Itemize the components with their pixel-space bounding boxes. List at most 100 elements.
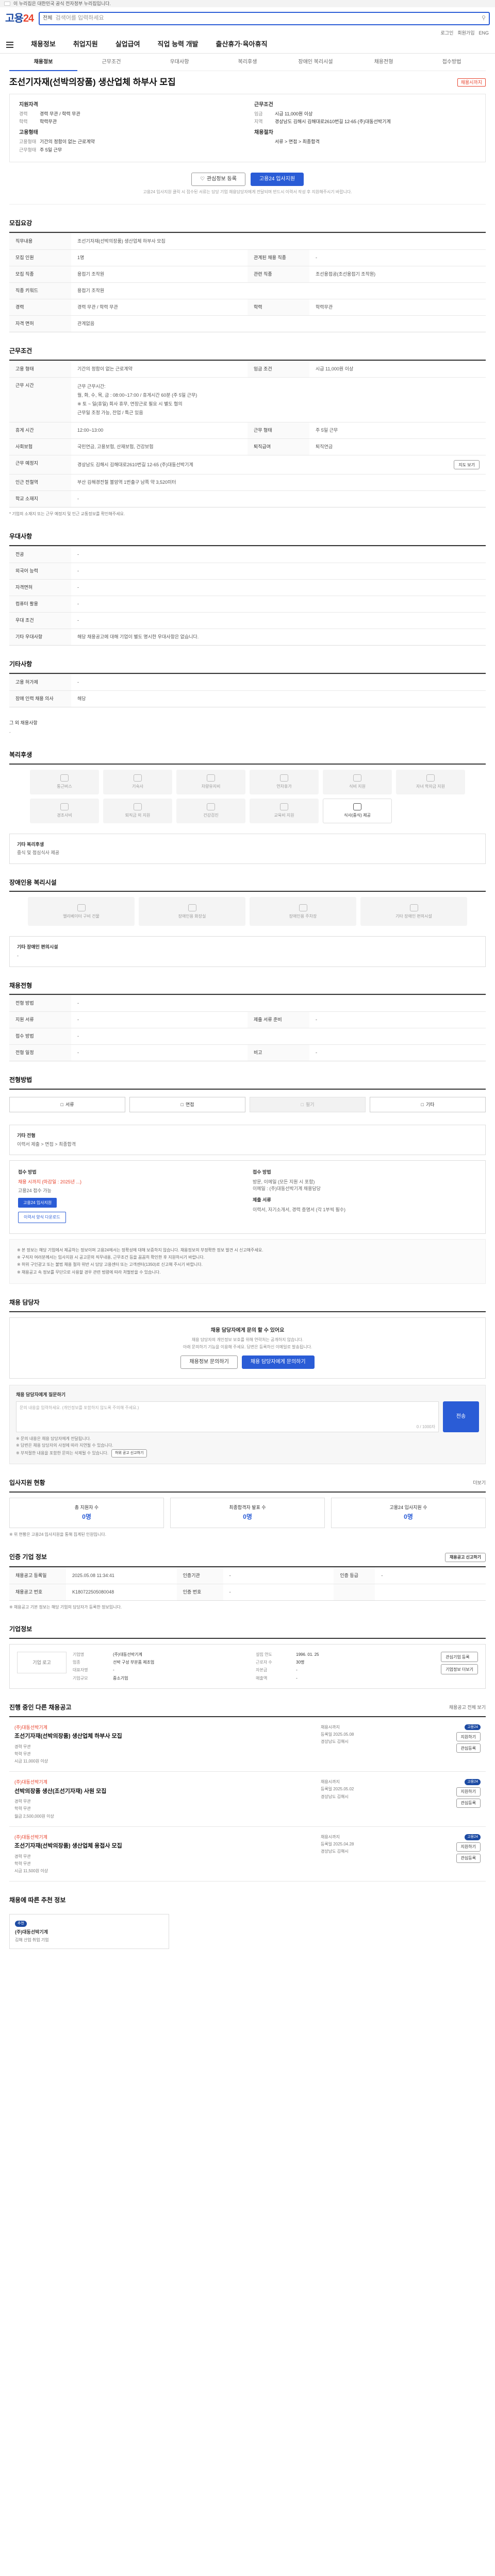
welfare-item: 퇴직금 외 지원 xyxy=(103,798,172,823)
facility-item: 장애인용 주차장 xyxy=(250,897,356,926)
apply-button[interactable]: 지원하기 xyxy=(456,1732,481,1742)
tab-recruit[interactable]: 채용정보 xyxy=(9,54,77,71)
section-title: 우대사항 xyxy=(9,532,32,540)
section-title: 복리후생 xyxy=(9,751,32,758)
method-other: □ 기타 xyxy=(370,1097,486,1113)
other-facility: 기타 장애인 편의시설 - xyxy=(9,936,486,967)
nav-item-jobs[interactable]: 채용정보 xyxy=(31,40,56,49)
company-more-button[interactable]: 기업정보 더보기 xyxy=(441,1664,478,1675)
main-nav: 채용정보 취업지원 실업급여 직업 능력 개발 출산휴가·육아휴직 xyxy=(0,36,495,54)
list-item[interactable]: (주)대동선박기계 조선기자재(선박의장품) 생산업체 하부사 모집 경력 무관 학… xyxy=(9,1717,486,1772)
graduation-icon xyxy=(426,774,435,782)
book-icon xyxy=(280,803,288,810)
search-icon[interactable]: ⚲ xyxy=(482,14,486,22)
house-icon xyxy=(134,774,142,782)
company-logo: 기업 로고 xyxy=(17,1652,67,1674)
method-written: □ 필기 xyxy=(250,1097,366,1113)
language-link[interactable]: ENG xyxy=(478,30,489,36)
method-interview: □ 면접 xyxy=(129,1097,245,1113)
welfare-item: 식비 지원 xyxy=(323,769,392,794)
map-button[interactable]: 지도 보기 xyxy=(454,460,480,470)
meal-icon xyxy=(353,774,361,782)
recommend-section: 채용에 따른 추천 정보 추천 (주)대동선박기계 김해 산업 취업 기업 xyxy=(9,1896,486,1949)
apply-online-button[interactable]: 고용24 입사지원 xyxy=(18,1198,57,1208)
tab-process[interactable]: 채용전형 xyxy=(350,59,418,66)
nav-item-leave[interactable]: 출산휴가·육아휴직 xyxy=(216,40,268,49)
inquiry-button[interactable]: 채용정보 문의하기 xyxy=(180,1355,238,1369)
send-button[interactable]: 전송 xyxy=(443,1401,479,1432)
stat-total: 총 지원자 수 0명 xyxy=(9,1497,164,1529)
favorite-company-button[interactable]: 관심기업 등록 xyxy=(441,1652,478,1663)
question-textarea[interactable]: 문의 내용을 입력하세요. (개인정보를 포함하지 않도록 주의해 주세요.) 0… xyxy=(16,1401,439,1432)
favorite-button[interactable]: 관심등록 xyxy=(456,1799,481,1808)
method-section: 전형방법 □ 서류 □ 면접 □ 필기 □ 기타 기타 전형 이력서 제출 > 면접 >… xyxy=(9,1076,486,1284)
tab-conditions[interactable]: 근무조건 xyxy=(77,59,145,66)
search-bar[interactable]: 전체 검색어를 입력하세요 ⚲ xyxy=(39,12,490,25)
section-title: 전형방법 xyxy=(9,1076,32,1084)
section-title: 입사지원 현황 xyxy=(9,1479,45,1486)
apply-button[interactable]: 지원하기 xyxy=(456,1842,481,1852)
money-icon xyxy=(134,803,142,810)
qualification-section: 모집요강 직무내용 조선기자재(선박의장품) 생산업체 하부사 모집 모집 인원… xyxy=(9,219,486,333)
apply-button[interactable]: 고용24 입사지원 xyxy=(250,173,304,187)
preference-section: 우대사항 전공 - 외국어 능력 - 자격면허 - 컴퓨터 활용 - 우대 조건 - 기타… xyxy=(9,532,486,646)
nav-item-unemployment[interactable]: 실업급여 xyxy=(116,40,140,49)
welfare-item: 연차휴가 xyxy=(250,769,319,794)
section-title: 인증 기업 정보 xyxy=(9,1553,47,1561)
more-link[interactable]: 더보기 xyxy=(473,1480,486,1486)
applicants-section: 입사지원 현황 더보기 총 지원자 수 0명 최종합격자 발표 수 0명 고용24 입… xyxy=(9,1479,486,1537)
summary-heading: 고용형태 xyxy=(19,129,38,135)
report-button[interactable]: 허위 공고 신고하기 xyxy=(111,1449,147,1458)
gov-banner-text: 이 누리집은 대한민국 공식 전자정부 누리집입니다. xyxy=(13,1,111,6)
search-input[interactable]: 검색어를 입력하세요 xyxy=(55,14,104,22)
section-title: 장애인용 복리시설 xyxy=(9,878,57,886)
welfare-item: 교육비 지원 xyxy=(250,798,319,823)
deadline-badge: 채용시까지 xyxy=(457,78,486,87)
tab-apply[interactable]: 접수방법 xyxy=(418,59,486,66)
resume-download-button[interactable]: 이력서 양식 다운로드 xyxy=(18,1212,66,1223)
signup-link[interactable]: 회원가입 xyxy=(457,30,474,36)
scrap-button[interactable]: ♡ 관심정보 등록 xyxy=(191,173,245,187)
etc-icon: □ xyxy=(421,1101,424,1107)
conditions-footnote: * 기업의 소재지 또는 근무 예정지 및 인근 교통정보를 확인해주세요. xyxy=(9,512,125,517)
company-section: 기업정보 기업 로고 기업명 (주)대동선박기계 설립 연도 1996. 01. 25… xyxy=(9,1625,486,1689)
all-jobs-link[interactable]: 채용공고 전체 보기 xyxy=(449,1704,486,1711)
section-title: 채용전형 xyxy=(9,981,32,989)
pencil-icon: □ xyxy=(301,1101,304,1107)
recommend-card[interactable]: 추천 (주)대동선박기계 김해 산업 취업 기업 xyxy=(9,1914,169,1949)
facility-item: 장애인용 화장실 xyxy=(139,897,245,926)
report-job-button[interactable]: 채용공고 신고하기 xyxy=(444,1552,486,1562)
search-category-select[interactable]: 전체 xyxy=(43,15,52,22)
list-item[interactable]: (주)대동선박기계 조선기자재(선박의장품) 생산업체 용접사 모집 경력 무관 학… xyxy=(9,1827,486,1882)
welfare-grid: 통근버스 기숙사 차량유지비 연차휴가 식비 지원 자녀 학자금 지원 경조사비… xyxy=(9,765,486,828)
nav-item-support[interactable]: 취업지원 xyxy=(73,40,98,49)
job-summary: 지원자격 경력 경력 무관 / 학력 무관 학력 학력무관 고용형태 고용형태 기간의… xyxy=(9,93,486,163)
site-logo[interactable]: 고용24 xyxy=(5,11,34,26)
apply-button[interactable]: 지원하기 xyxy=(456,1787,481,1797)
login-link[interactable]: 로그인 xyxy=(441,30,454,36)
apply-info: 접수 방법 채용 시까지 (마감일 : 2025년 ...) 고용24 접수 가… xyxy=(9,1160,486,1234)
summary-heading: 지원자격 xyxy=(19,101,38,108)
favorite-button[interactable]: 관심등록 xyxy=(456,1743,481,1753)
list-item[interactable]: (주)대동선박기계 선박의장품 생산(조선기자재) 사원 모집 경력 무관 학력 무… xyxy=(9,1772,486,1827)
welfare-section: 복리후생 통근버스 기숙사 차량유지비 연차휴가 식비 지원 자녀 학자금 지원… xyxy=(9,751,486,864)
section-title: 채용 담당자 xyxy=(9,1299,40,1307)
worktime-detail: 근무 근무시간: 월, 화, 수, 목, 금 : 08:00~17:00 / 휴… xyxy=(71,377,486,422)
gift-icon xyxy=(60,803,69,810)
tab-preference[interactable]: 우대사항 xyxy=(145,59,213,66)
welfare-item: 건강검진 xyxy=(176,798,245,823)
related-section: 진행 중인 다른 채용공고 채용공고 전체 보기 (주)대동선박기계 조선기자재(선… xyxy=(9,1703,486,1882)
other-welfare: 기타 복리후생 중식 및 점심식사 제공 xyxy=(9,833,486,864)
summary-heading: 근무조건 xyxy=(254,101,273,108)
contact-manager-button[interactable]: 채용 담당자에게 문의하기 xyxy=(241,1355,315,1369)
tab-disability[interactable]: 장애인 복리시설 xyxy=(282,59,350,66)
hamburger-menu-icon[interactable] xyxy=(6,41,13,48)
welfare-item-active: 식사(중식) 제공 xyxy=(323,798,392,823)
section-title: 기타사항 xyxy=(9,660,32,668)
source-chip: 고용24 xyxy=(465,1724,481,1731)
tab-welfare[interactable]: 복리후생 xyxy=(213,59,282,66)
favorite-button[interactable]: 관심등록 xyxy=(456,1853,481,1863)
interview-icon: □ xyxy=(180,1101,184,1107)
source-chip: 고용24 xyxy=(465,1779,481,1785)
nav-item-training[interactable]: 직업 능력 개발 xyxy=(158,40,199,49)
